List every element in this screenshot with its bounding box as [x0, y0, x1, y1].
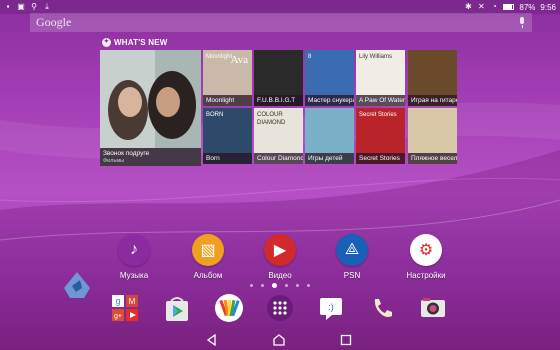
page-dot[interactable] [250, 284, 253, 287]
tile-caption: Born [203, 153, 252, 164]
video-icon: ▶ [264, 234, 296, 266]
app-album[interactable]: ▧ Альбом [178, 234, 238, 280]
camera-icon[interactable] [418, 293, 448, 323]
page-dot[interactable] [272, 283, 277, 288]
page-dot[interactable] [261, 284, 264, 287]
featured-artwork [100, 50, 201, 148]
svg-text::): :) [328, 302, 334, 312]
whats-new-tile[interactable]: BORN Born [203, 108, 252, 164]
play-store-icon[interactable] [162, 293, 192, 323]
clock: 9:56 [540, 2, 556, 12]
whats-new-tile[interactable]: F.U.B.B.I.G.T [254, 50, 303, 106]
whats-new-tile[interactable]: 8 Мастер снукера [305, 50, 354, 106]
app-label: Альбом [193, 271, 223, 280]
whats-new-tile[interactable]: Играя на гитаре [408, 50, 457, 106]
battery-percent: 87% [519, 2, 536, 12]
app-video[interactable]: ▶ Видео [250, 234, 310, 280]
album-icon: ▧ [192, 234, 224, 266]
download-icon: ⤓ [45, 2, 49, 11]
google-apps-folder-icon[interactable]: g M g+ [110, 293, 140, 323]
app-label: Настройки [406, 271, 446, 280]
whats-new-title: WHAT'S NEW [114, 38, 168, 47]
whats-new-tile[interactable]: COLOUR DIAMOND Colour Diamond [254, 108, 303, 164]
tile-artwork: Secret Stories [359, 112, 397, 118]
page-indicator [250, 283, 310, 288]
featured-tile[interactable]: Звонок подруге Фильмы [100, 50, 201, 166]
tile-caption: Мастер снукера [305, 95, 354, 106]
home-icon[interactable] [269, 332, 289, 348]
featured-subtitle: Фильмы [103, 158, 125, 164]
google-search-bar[interactable]: Google [30, 13, 532, 32]
tile-caption: Игры детей [305, 153, 354, 164]
wifi-icon: ◔ [491, 2, 497, 11]
messaging-icon[interactable]: :) [316, 293, 346, 323]
tile-artwork: Lily Williams [359, 54, 392, 60]
whats-new-tile[interactable]: Пляжное весел. [408, 108, 457, 164]
whats-new-icon: ✦ [102, 38, 111, 47]
recents-icon[interactable] [336, 332, 356, 348]
status-right: ✱ ✕ ◔ 87% 9:56 [464, 3, 556, 12]
tile-artwork: 8 [308, 54, 312, 60]
tile-artwork [408, 50, 457, 95]
featured-caption: Звонок подруге Фильмы [100, 148, 201, 166]
tile-artwork-subtext: Ava [230, 54, 248, 66]
page-dot[interactable] [296, 284, 299, 287]
psn-icon: ⟁ [336, 234, 368, 266]
app-drawer-icon[interactable] [265, 293, 295, 323]
tile-caption: Пляжное весел. [408, 153, 457, 164]
sketch-icon[interactable] [214, 293, 244, 323]
microphone-icon[interactable] [518, 16, 526, 29]
notification-icon: ▪ [6, 2, 10, 11]
tile-caption: Colour Diamond [254, 153, 303, 164]
app-label: PSN [343, 271, 361, 280]
app-settings[interactable]: ⚙ Настройки [396, 234, 456, 280]
tile-artwork [254, 50, 303, 95]
featured-title: Звонок подруге [103, 150, 150, 157]
image-icon: ▣ [17, 2, 25, 11]
whats-new-tile[interactable]: Lily Williams A Paw Of Water [356, 50, 405, 106]
settings-icon: ⚙ [410, 234, 442, 266]
tile-caption: Играя на гитаре [408, 95, 457, 106]
battery-icon [503, 4, 515, 10]
whats-new-tile[interactable]: Moonlight Ava Moonlight [203, 50, 252, 106]
tile-artwork [408, 108, 457, 153]
whats-new-tile[interactable]: Игры детей [305, 108, 354, 164]
whats-new-header[interactable]: ✦ WHAT'S NEW [102, 38, 168, 47]
dock: g M g+:) [0, 293, 560, 323]
app-psn[interactable]: ⟁ PSN [322, 234, 382, 280]
tile-artwork: COLOUR DIAMOND [257, 112, 286, 126]
mute-icon: ✕ [478, 2, 485, 11]
page-dot[interactable] [307, 284, 310, 287]
bluetooth-icon: ✱ [465, 2, 472, 11]
music-icon: ♪ [118, 234, 150, 266]
tile-caption: Secret Stories [356, 153, 405, 164]
tile-caption: A Paw Of Water [356, 95, 405, 106]
search-placeholder: Google [36, 15, 72, 29]
tile-caption: Moonlight [203, 95, 252, 106]
tile-artwork: BORN [206, 112, 224, 118]
app-label: Видео [268, 271, 292, 280]
page-dot[interactable] [285, 284, 288, 287]
usb-icon: ⚲ [31, 2, 37, 11]
phone-icon[interactable] [368, 293, 398, 323]
svg-text:g+: g+ [114, 313, 122, 320]
svg-text:g: g [115, 296, 120, 306]
whats-new-tile[interactable]: Secret Stories Secret Stories [356, 108, 405, 164]
svg-text:M: M [129, 297, 136, 306]
app-label: Музыка [119, 271, 149, 280]
status-bar: ▪ ▣ ⚲ ⤓ ✱ ✕ ◔ 87% 9:56 [0, 0, 560, 14]
status-left: ▪ ▣ ⚲ ⤓ [4, 3, 51, 11]
navigation-bar [0, 330, 560, 350]
back-icon[interactable] [202, 332, 222, 348]
tile-caption: F.U.B.B.I.G.T [254, 95, 303, 106]
app-music[interactable]: ♪ Музыка [104, 234, 164, 280]
tile-artwork [305, 108, 354, 153]
